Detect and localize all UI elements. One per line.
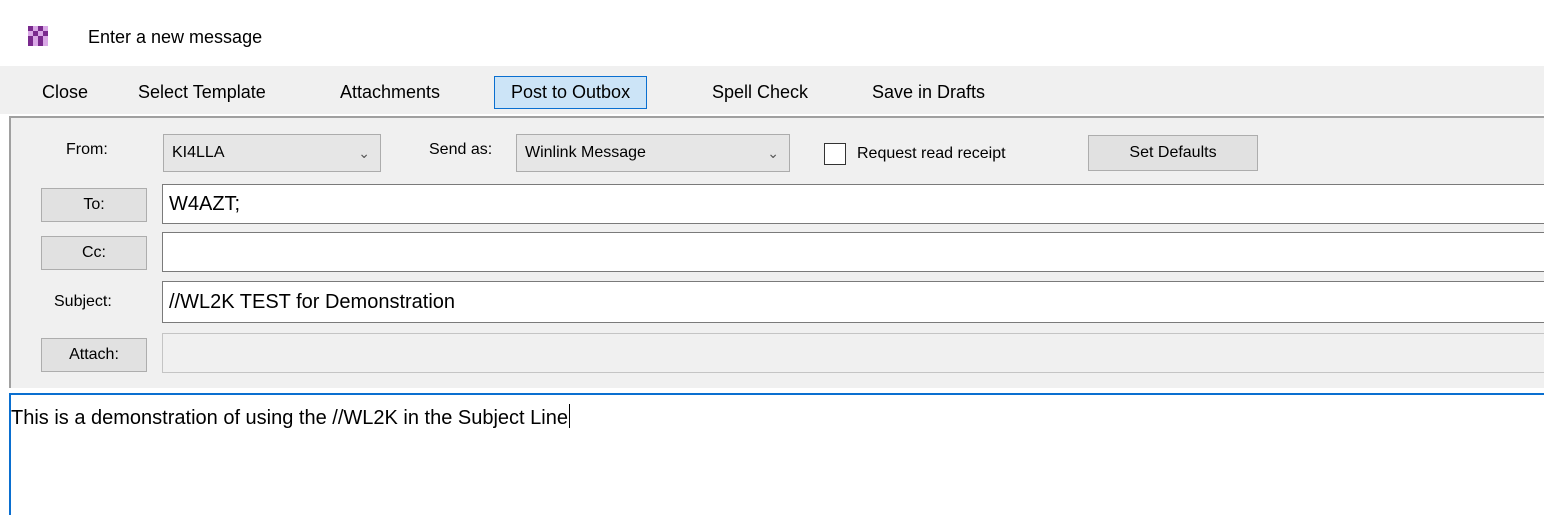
menu-attachments[interactable]: Attachments (323, 76, 457, 109)
cc-field[interactable] (162, 232, 1544, 272)
read-receipt-checkbox[interactable] (824, 143, 846, 165)
menu-bar: Close Select Template Attachments Post t… (0, 66, 1544, 114)
send-as-value: Winlink Message (525, 144, 646, 161)
message-body-text: This is a demonstration of using the //W… (11, 404, 570, 430)
chevron-down-icon: ⌄ (767, 145, 779, 161)
message-body-editor[interactable]: This is a demonstration of using the //W… (9, 393, 1544, 515)
message-header-form: From: KI4LLA ⌄ Send as: Winlink Message … (9, 116, 1544, 388)
chevron-down-icon: ⌄ (358, 145, 370, 161)
menu-post-to-outbox[interactable]: Post to Outbox (494, 76, 648, 109)
menu-close[interactable]: Close (25, 76, 105, 109)
menu-spell-check[interactable]: Spell Check (695, 76, 825, 109)
subject-label: Subject: (54, 293, 112, 310)
title-bar: Enter a new message (0, 0, 1544, 66)
cc-button[interactable]: Cc: (41, 236, 147, 270)
attach-button[interactable]: Attach: (41, 338, 147, 372)
window-title: Enter a new message (88, 27, 263, 47)
send-as-label: Send as: (429, 141, 493, 158)
winlink-checkered-icon (28, 26, 48, 46)
to-field[interactable]: W4AZT; (162, 184, 1544, 224)
from-label: From: (66, 141, 108, 158)
text-caret (568, 404, 570, 428)
menu-save-in-drafts[interactable]: Save in Drafts (855, 76, 1002, 109)
message-body-content: This is a demonstration of using the //W… (11, 407, 568, 429)
menu-select-template[interactable]: Select Template (121, 76, 283, 109)
attach-field (162, 333, 1544, 373)
from-value: KI4LLA (172, 144, 225, 161)
set-defaults-button[interactable]: Set Defaults (1088, 135, 1258, 171)
read-receipt-label: Request read receipt (857, 145, 1006, 162)
from-dropdown[interactable]: KI4LLA ⌄ (163, 134, 381, 172)
send-as-dropdown[interactable]: Winlink Message ⌄ (516, 134, 790, 172)
subject-field[interactable]: //WL2K TEST for Demonstration (162, 281, 1544, 323)
to-button[interactable]: To: (41, 188, 147, 222)
